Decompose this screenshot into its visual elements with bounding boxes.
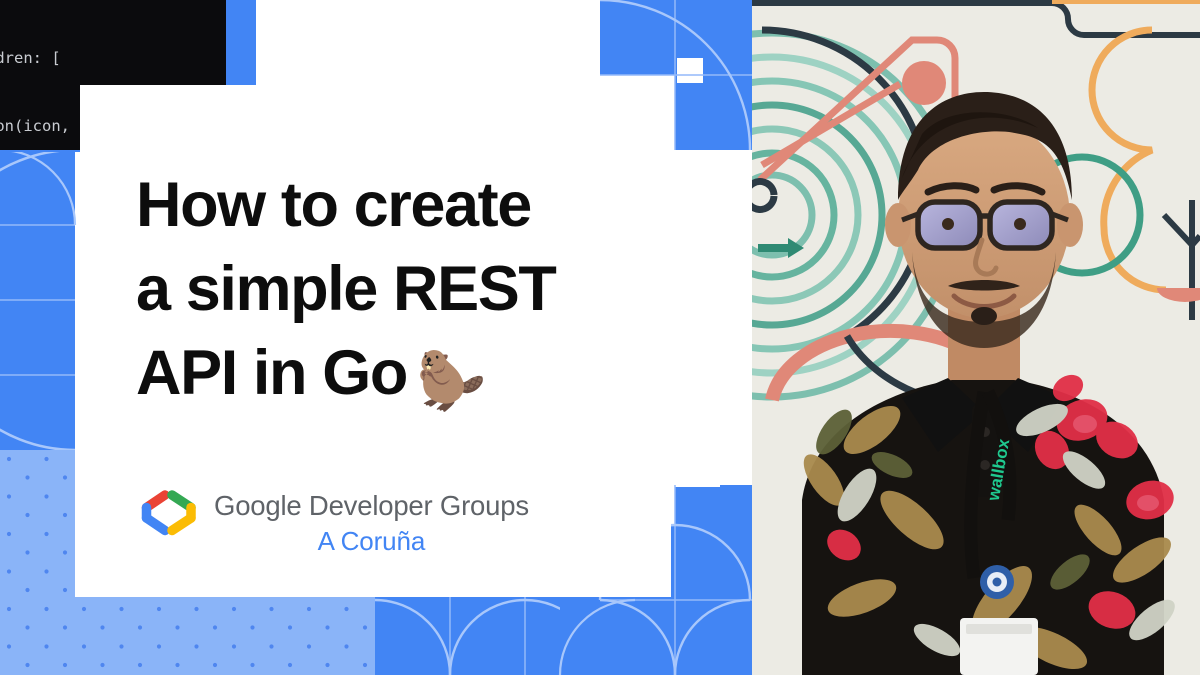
title-line-3: API in Go	[136, 338, 408, 408]
gdg-logo-lockup: Google Developer Groups A Coruña	[138, 488, 529, 557]
left-dotted-panel	[0, 450, 75, 675]
page-title: How to create a simple REST API in Go 🦫	[136, 163, 656, 415]
bottom-dotted-band	[75, 597, 375, 675]
gdg-organization-name: Google Developer Groups	[214, 490, 529, 521]
title-line-1: How to create	[136, 170, 532, 240]
promo-slide: ldren: [ con(icon, color: color ontainer…	[0, 0, 1200, 675]
gdg-logo-text: Google Developer Groups A Coruña	[214, 488, 529, 557]
code-line: ldren: [	[0, 49, 61, 67]
title-line-3-wrap: API in Go 🦫	[136, 331, 656, 415]
gdg-chevron-logo-icon	[141, 490, 196, 536]
speaker-photo: wallbox	[752, 0, 1200, 675]
title-line-2: a simple REST	[136, 254, 557, 324]
left-blue-column	[0, 148, 77, 452]
beaver-emoji: 🦫	[416, 349, 487, 412]
gdg-chapter-name: A Coruña	[317, 526, 426, 556]
content-card: How to create a simple REST API in Go 🦫 G…	[80, 85, 671, 597]
